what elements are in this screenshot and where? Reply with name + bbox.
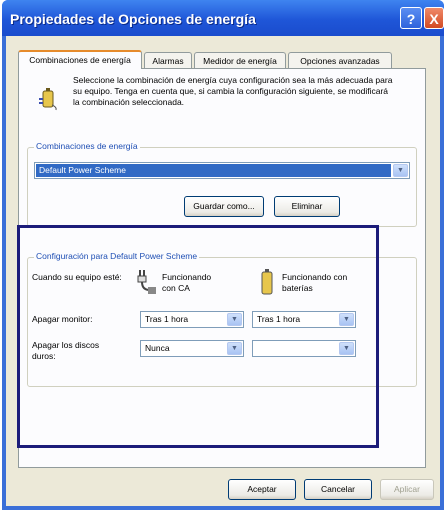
accept-button[interactable]: Aceptar	[228, 479, 296, 500]
tab-label: Combinaciones de energía	[29, 55, 131, 65]
close-button[interactable]: X	[424, 7, 444, 29]
schemes-group-label: Combinaciones de energía	[34, 141, 140, 151]
window-title: Propiedades de Opciones de energía	[10, 11, 256, 27]
tab-advanced[interactable]: Opciones avanzadas	[288, 52, 392, 68]
title-bar[interactable]: Propiedades de Opciones de energía ? X	[2, 0, 444, 36]
tab-power-meter[interactable]: Medidor de energía	[194, 52, 286, 68]
battery-plug-icon	[39, 88, 57, 111]
help-button[interactable]: ?	[400, 7, 422, 29]
highlight-rectangle	[17, 225, 379, 448]
description-text: Seleccione la combinación de energía cuy…	[73, 75, 393, 107]
scheme-dropdown[interactable]: Default Power Scheme ▼	[34, 162, 410, 179]
tab-label: Opciones avanzadas	[300, 56, 380, 66]
apply-button[interactable]: Aplicar	[380, 479, 434, 500]
save-as-button[interactable]: Guardar como...	[184, 196, 264, 217]
delete-button[interactable]: Eliminar	[274, 196, 340, 217]
tab-power-schemes[interactable]: Combinaciones de energía	[18, 50, 142, 69]
tab-alarms[interactable]: Alarmas	[144, 52, 192, 68]
chevron-down-icon[interactable]: ▼	[393, 164, 408, 177]
tab-label: Alarmas	[152, 56, 184, 66]
schemes-group: Combinaciones de energía Default Power S…	[27, 141, 417, 227]
scheme-selected-value: Default Power Scheme	[36, 164, 391, 177]
cancel-button[interactable]: Cancelar	[304, 479, 372, 500]
tab-label: Medidor de energía	[203, 56, 277, 66]
